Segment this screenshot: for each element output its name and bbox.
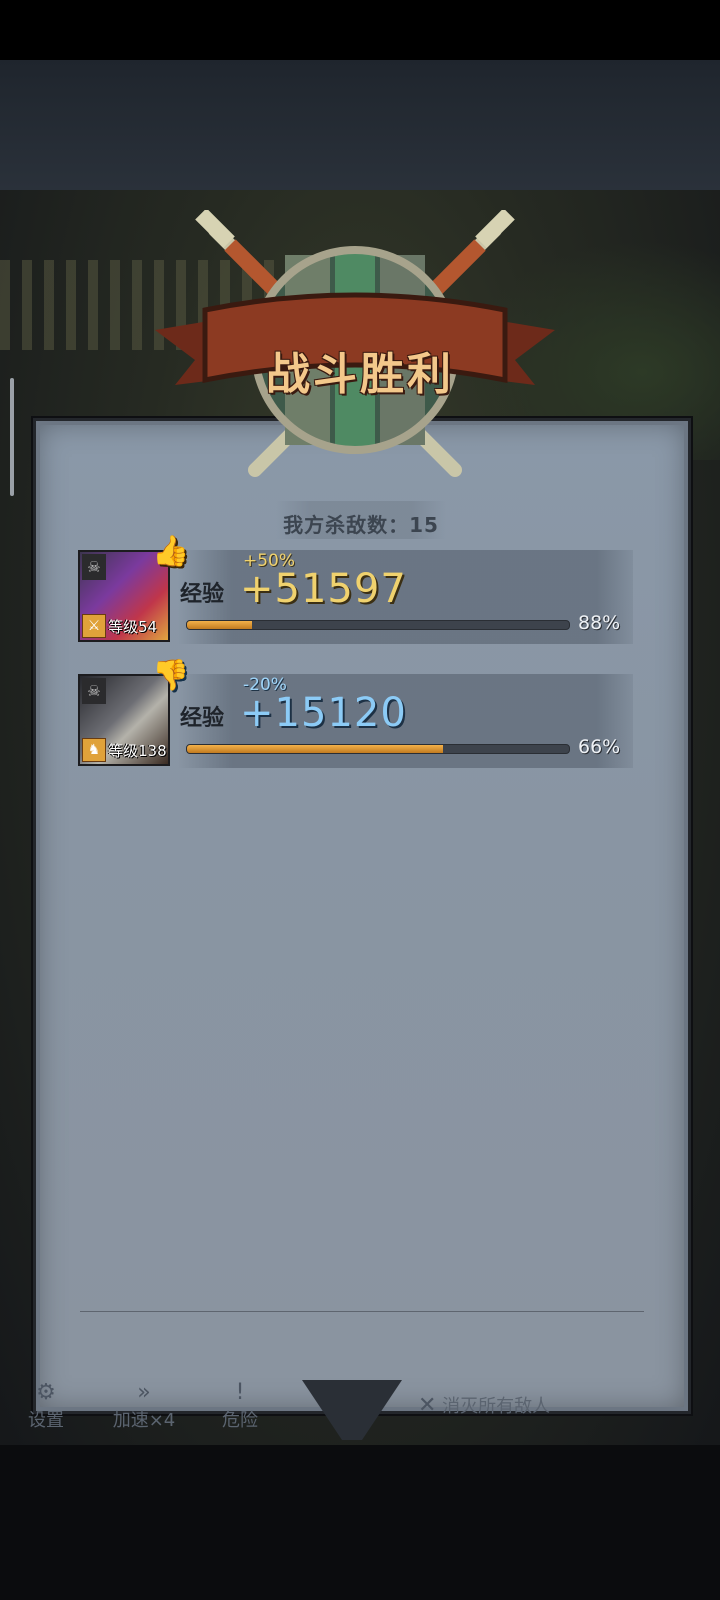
bull-skull-icon: ☠ xyxy=(82,554,106,580)
hero-level: 等级54 xyxy=(108,618,158,636)
sky xyxy=(0,60,720,190)
danger-label: 危险 xyxy=(222,1410,258,1431)
exp-percent: 66% xyxy=(578,736,621,758)
settings-button[interactable]: ⚙ 设置 xyxy=(18,1380,74,1432)
exp-progress-fill xyxy=(187,745,443,753)
kill-count-label: 我方杀敌数：15 xyxy=(283,513,439,537)
exp-progress-bar xyxy=(186,744,570,754)
objective: ✕ 消灭所有敌人 xyxy=(418,1392,598,1418)
bull-skull-icon: ☠ xyxy=(82,678,106,704)
fast-forward-icon: » xyxy=(137,1380,151,1405)
horse-class-icon: ♞ xyxy=(82,738,106,762)
exp-progress-bar xyxy=(186,620,570,630)
bottom-hud: ⚙ 设置 » 加速×4 ! 危险 ✕ 消灭所有敌人 xyxy=(0,1380,720,1445)
exp-gain: +15120 xyxy=(240,690,407,736)
center-emblem xyxy=(302,1380,402,1440)
danger-button[interactable]: ! 危险 xyxy=(212,1380,268,1432)
speed-label: 加速×4 xyxy=(112,1410,176,1431)
exclamation-icon: ! xyxy=(235,1380,245,1405)
hero-row: ☠ ⚔ 等级54 👍 经验 +50% +51597 88% xyxy=(78,534,638,646)
hero-row: ☠ ♞ 等级138 👎 经验 -20% +15120 66% xyxy=(78,658,638,770)
thumbs-up-icon: 👍 xyxy=(152,534,190,569)
speed-button[interactable]: » 加速×4 xyxy=(106,1380,182,1432)
exp-label: 经验 xyxy=(180,582,225,607)
exp-gain: +51597 xyxy=(240,566,407,612)
victory-title: 战斗胜利 xyxy=(266,349,454,400)
sword-class-icon: ⚔ xyxy=(82,614,106,638)
exp-percent: 88% xyxy=(578,612,621,634)
bottom-letterbox xyxy=(0,1445,720,1600)
thumbs-down-icon: 👎 xyxy=(152,658,190,693)
objective-label: 消灭所有敌人 xyxy=(442,1396,551,1417)
status-bar xyxy=(0,0,720,60)
hero-level: 等级138 xyxy=(108,742,167,760)
kill-count-strip: 我方杀敌数：15 xyxy=(276,501,446,539)
settings-label: 设置 xyxy=(28,1410,64,1431)
gear-icon: ⚙ xyxy=(36,1380,56,1405)
exp-label: 经验 xyxy=(180,706,225,731)
crossed-swords-icon: ✕ xyxy=(418,1393,437,1418)
exp-progress-fill xyxy=(187,621,252,629)
